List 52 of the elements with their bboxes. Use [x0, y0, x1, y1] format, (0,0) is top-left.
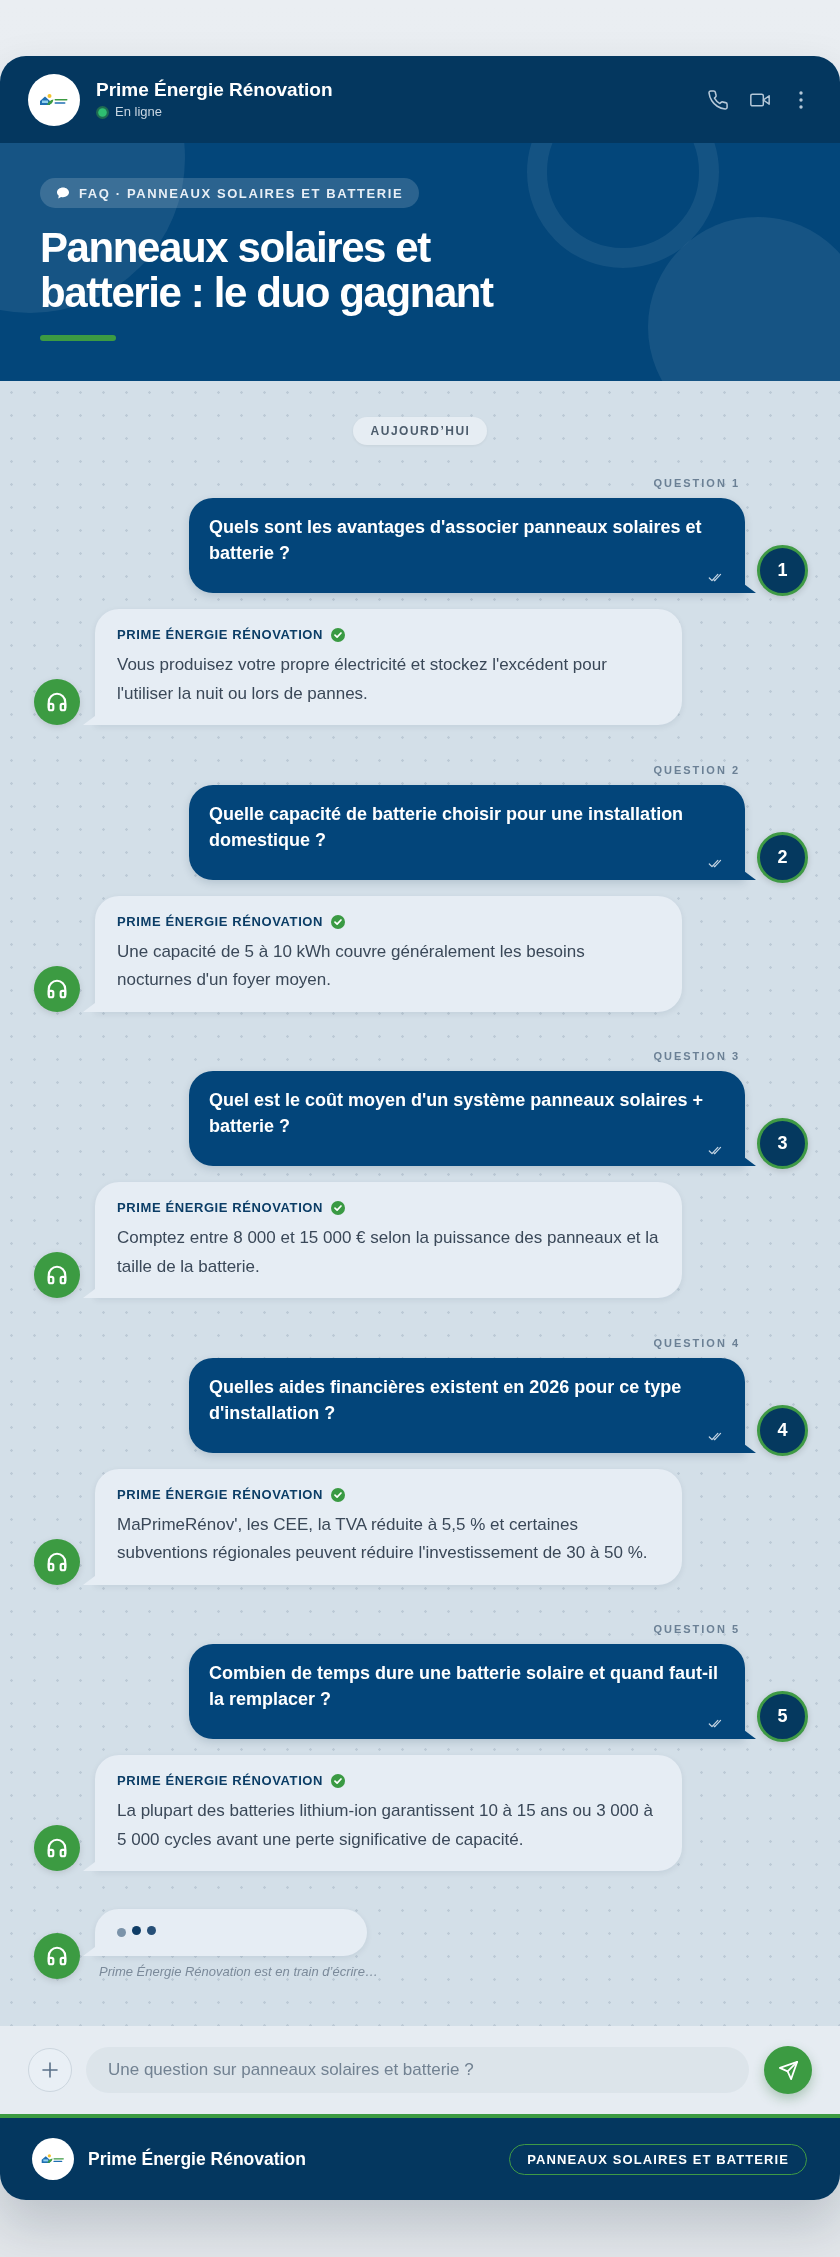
answer-text: MaPrimeRénov', les CEE, la TVA réduite à 5,5 % et certaines subventions régionales peuvent réduire l'investissement de 30 à 50 %. [117, 1513, 649, 1564]
video-icon[interactable] [750, 92, 770, 107]
question-text: Quelles aides financières existent en 2026 pour ce type d'installation ? [209, 1375, 683, 1425]
answer-text: Une capacité de 5 à 10 kWh couvre généralement les besoins nocturnes d'un foyer moyen. [117, 940, 586, 991]
headphones-icon [34, 1252, 80, 1298]
sender-name: PRIME ÉNERGIE RÉNOVATION [117, 1200, 324, 1216]
attach-button[interactable] [28, 2048, 72, 2092]
question-text: Quel est le coût moyen d'un système panneaux solaires + batterie ? [209, 1089, 704, 1138]
question-label: QUESTION 5 [653, 1623, 740, 1636]
question-label: QUESTION 1 [653, 477, 740, 490]
logo-icon [28, 73, 80, 126]
question-number: 4 [757, 1404, 808, 1456]
headphones-icon [34, 1538, 80, 1585]
headphones-icon [34, 1933, 80, 1979]
question-number: 2 [757, 831, 808, 883]
question-label: QUESTION 4 [653, 1336, 740, 1350]
contact-name: Prime Énergie Rénovation [96, 79, 333, 101]
message-input[interactable]: Une question sur panneaux solaires et batterie ? [86, 2047, 749, 2093]
status-text: En ligne [115, 104, 162, 120]
sender-name: PRIME ÉNERGIE RÉNOVATION [117, 1486, 324, 1503]
question-label: QUESTION 3 [653, 1050, 740, 1063]
hero-title: Panneaux solaires et batterie : le duo gagnant [40, 225, 495, 315]
sender-name: PRIME ÉNERGIE RÉNOVATION [117, 627, 324, 643]
question-number: 5 [757, 1691, 808, 1742]
answer-text: Vous produisez votre propre électricité et stockez l'excédent pour l'utiliser la nuit ou lors de pannes. [117, 654, 608, 705]
plus-icon [42, 2062, 58, 2078]
headphones-icon [34, 679, 80, 725]
send-button[interactable] [764, 2046, 812, 2094]
category-tag-label: FAQ · PANNEAUX SOLAIRES ET BATTERIE [79, 185, 404, 201]
phone-icon[interactable] [708, 89, 728, 110]
more-icon[interactable] [799, 90, 803, 109]
headphones-icon [34, 1825, 80, 1871]
answer-text: Comptez entre 8 000 et 15 000 € selon la puissance des panneaux et la taille de la batterie. [117, 1227, 660, 1278]
question-text: Quels sont les avantages d'associer panneaux solaires et batterie ? [209, 516, 703, 565]
question-number: 1 [757, 545, 808, 596]
question-label: QUESTION 2 [653, 763, 740, 777]
typing-dot-icon [132, 1925, 141, 1935]
question-text: Combien de temps dure une batterie solaire et quand faut-il la remplacer ? [209, 1662, 720, 1711]
headphones-icon [34, 965, 80, 1012]
logo-icon [32, 2138, 74, 2180]
chat-bubble-icon [56, 187, 70, 199]
send-icon [778, 2060, 798, 2080]
typing-status: Prime Énergie Rénovation est en train d’écrire… [99, 1964, 378, 1979]
typing-dot-icon [117, 1927, 126, 1937]
date-separator: AUJOURD’HUI [352, 417, 488, 445]
question-text: Quelle capacité de batterie choisir pour une installation domestique ? [209, 802, 685, 852]
question-number: 3 [757, 1118, 808, 1169]
sender-name: PRIME ÉNERGIE RÉNOVATION [117, 1773, 324, 1789]
answer-text: La plupart des batteries lithium-ion garantissent 10 à 15 ans ou 3 000 à 5 000 cycles avant une perte significative de capacité. [117, 1800, 654, 1851]
typing-dot-icon [147, 1926, 156, 1935]
footer-brand-name: Prime Énergie Rénovation [88, 2149, 306, 2169]
sender-name: PRIME ÉNERGIE RÉNOVATION [117, 913, 324, 930]
